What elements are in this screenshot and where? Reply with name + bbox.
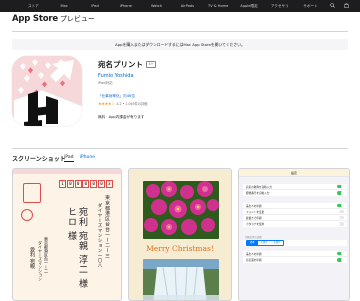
search-icon[interactable]: [326, 2, 340, 10]
recipient-address-line1: 東京都港区台台一ー二ー三: [104, 195, 109, 259]
alignment-segmented-control[interactable]: 標準 左寄せ 右寄せ: [246, 240, 285, 246]
bag-icon[interactable]: [340, 2, 354, 10]
app-title-row: 宛名プリント 4+: [98, 59, 156, 70]
flower-photo: [143, 181, 219, 239]
app-store-brand[interactable]: App Store: [12, 14, 58, 24]
stamp-box: [23, 183, 41, 203]
segment-left[interactable]: 左寄せ: [258, 241, 271, 245]
toggle-switch[interactable]: [337, 222, 344, 226]
screenshot-greeting-card[interactable]: Merry Christmas!: [128, 168, 232, 301]
banner-text: Appを購入またはダウンロードするにはMac App Storeを開いてください…: [115, 41, 245, 47]
nav-item-store[interactable]: ストア: [18, 4, 49, 9]
section-divider: [12, 148, 348, 149]
toggle-switch[interactable]: [337, 251, 344, 256]
settings-group-3: 標準 左寄せ 右寄せ: [243, 240, 347, 246]
settings-row[interactable]: 宛名面を印刷: [243, 257, 347, 263]
sender-address-line1: 東京都港区台一ー二: [44, 237, 49, 273]
settings-row-label: 差出人を印刷: [246, 204, 262, 208]
postal-digit: 0: [82, 180, 90, 188]
toggle-switch[interactable]: [337, 258, 344, 262]
settings-row[interactable]: カタカナを使用: [243, 221, 347, 227]
developer-link[interactable]: Fumio Yoshida: [98, 73, 156, 79]
settings-row-label: 宛名の敬称を自動入力: [246, 185, 272, 189]
app-store-header: App Store プレビュー: [12, 14, 95, 30]
nav-item-apple-exclusive[interactable]: Apple限定: [234, 4, 265, 9]
recipient-address-line2: ダイヤーズマンション一〇八: [97, 203, 102, 268]
screenshot-address-postcard[interactable]: 1 0 0 0 0 0 3 東京都港区台台一ー二ー三 ダイヤーズマンション一〇八…: [12, 168, 122, 301]
settings-group-2: 差出人を印刷 フォントを変更 縦書きで印刷 カタカナを使用: [243, 203, 347, 227]
status-bar: [13, 169, 121, 174]
screenshot-settings[interactable]: 設定 宛名の敬称を自動入力 郵便番号を自動入力 差出人を印刷 フォントを変更 縦…: [238, 168, 350, 301]
device-tabs: iPad iPhone: [64, 155, 101, 162]
price-label: 無料 · App内課金が有ります: [98, 115, 145, 119]
postal-digit: 3: [105, 180, 113, 188]
recipient-name-2: ヒロ 様: [66, 207, 76, 241]
rating-row: ★★★★☆ 4.2 • 1,063件の評価: [98, 101, 156, 106]
sender-address-line2: ダイヤーズマンション: [38, 241, 43, 281]
segment-right[interactable]: 右寄せ: [271, 241, 284, 245]
section-header: 印刷位置の調整: [245, 236, 262, 239]
card-caption: Merry Christmas!: [146, 244, 214, 253]
postal-digit: 0: [97, 180, 105, 188]
nav-item-tv-home[interactable]: TV & Home: [203, 4, 234, 8]
waterfall-photo: [143, 259, 219, 300]
settings-nav-bar: 設定: [239, 169, 349, 177]
tab-iphone[interactable]: iPhone: [80, 155, 96, 162]
settings-group-1: 宛名の敬称を自動入力 郵便番号を自動入力: [243, 184, 347, 196]
toggle-switch[interactable]: [337, 215, 344, 220]
preview-label: プレビュー: [59, 15, 95, 23]
toggle-switch[interactable]: [337, 209, 344, 214]
nav-item-ipad[interactable]: iPad: [80, 4, 111, 8]
category-rank-link[interactable]: 「仕事効率化」内46位: [98, 94, 156, 99]
postal-digit: 0: [74, 180, 82, 188]
device-support: iPad対応: [98, 81, 113, 85]
settings-row-label: 郵便番号を自動入力: [246, 192, 270, 195]
postal-digit: 1: [59, 180, 66, 188]
settings-row-label: 宛名面を印刷: [246, 259, 262, 262]
settings-row-label: フォントを変更: [246, 210, 265, 214]
screenshots-title: スクリーンショット: [12, 156, 66, 163]
sender-name: 愛利 宛親: [29, 247, 35, 269]
rating-count: 4.2 • 1,063件の評価: [116, 102, 148, 106]
postal-code-boxes: 1 0 0 0 0 0 3: [59, 180, 114, 188]
header-divider: [12, 31, 348, 32]
app-name: 宛名プリント: [98, 60, 143, 69]
toggle-switch[interactable]: [337, 184, 344, 189]
settings-row-label: 差出人を印刷: [246, 252, 262, 256]
age-rating-badge: 4+: [146, 61, 156, 68]
postal-digit: 0: [90, 180, 98, 188]
settings-row-label: カタカナを使用: [246, 223, 265, 226]
settings-row[interactable]: 郵便番号を自動入力: [243, 190, 347, 196]
nav-item-accessories[interactable]: アクセサリ: [264, 4, 295, 9]
app-icon: [12, 56, 82, 126]
tab-ipad[interactable]: iPad: [64, 155, 74, 162]
sender-seal-icon: [21, 209, 33, 221]
nav-item-airpods[interactable]: AirPods: [172, 4, 203, 8]
app-info: 宛名プリント 4+ Fumio Yoshida iPad対応 「仕事効率化」内4…: [98, 59, 156, 120]
toggle-switch[interactable]: [337, 203, 344, 208]
open-mac-app-store-banner: Appを購入またはダウンロードするにはMac App Storeを開いてください…: [12, 39, 348, 50]
nav-item-support[interactable]: サポート: [295, 4, 326, 9]
postal-digit: 0: [66, 180, 74, 188]
nav-item-mac[interactable]: Mac: [49, 4, 80, 8]
settings-group-4: 差出人を印刷 宛名面を印刷: [243, 251, 347, 263]
settings-row: 標準 左寄せ 右寄せ: [243, 240, 347, 246]
toggle-switch[interactable]: [337, 191, 344, 195]
nav-item-watch[interactable]: Watch: [141, 4, 172, 8]
settings-row-label: 縦書きで印刷: [246, 216, 262, 220]
global-nav: ストア Mac iPad iPhone Watch AirPods TV & H…: [0, 0, 360, 12]
star-rating-icon: ★★★★☆: [98, 101, 115, 106]
nav-item-iphone[interactable]: iPhone: [110, 4, 141, 8]
segment-standard[interactable]: 標準: [247, 241, 258, 245]
